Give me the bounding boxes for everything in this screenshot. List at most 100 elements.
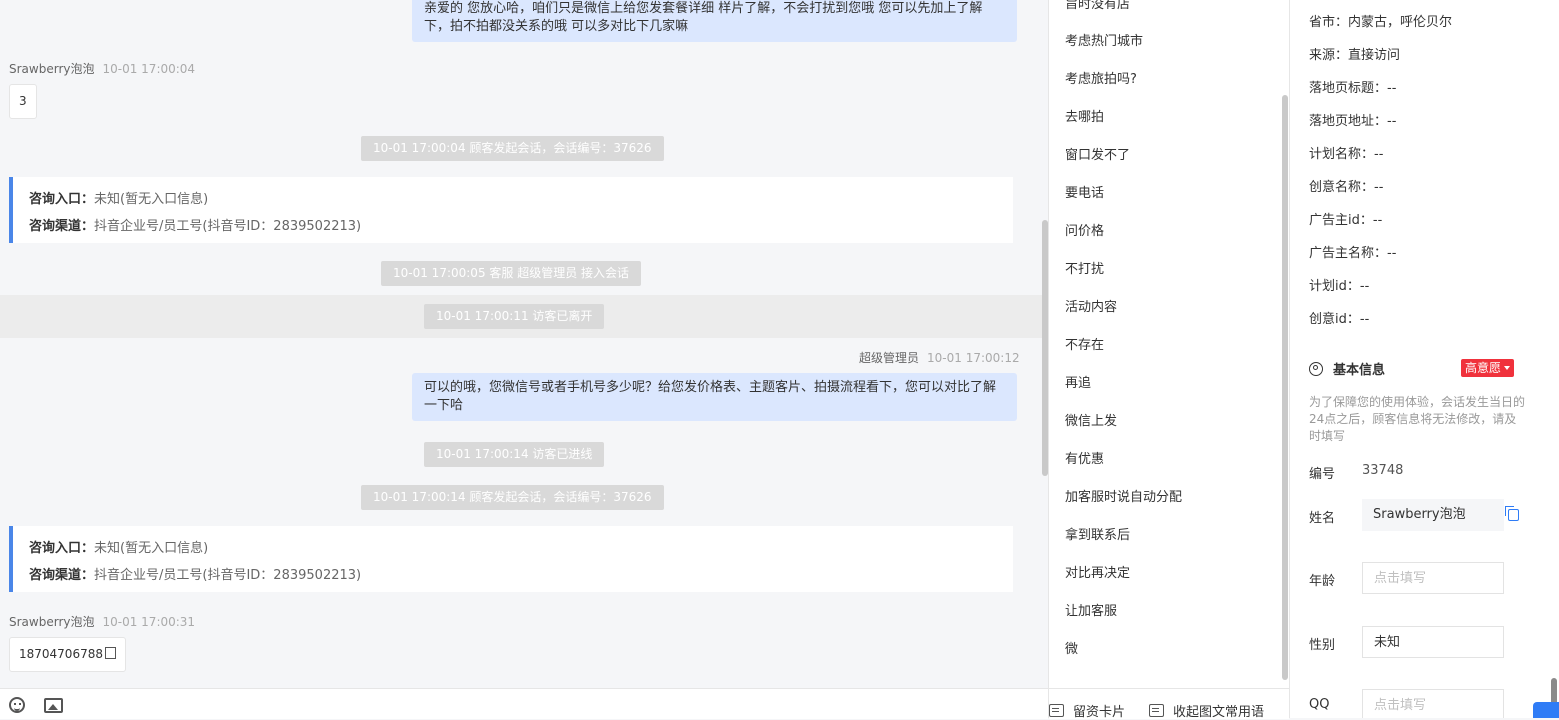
entry-value: 未知(暂无入口信息) <box>94 541 209 556</box>
info-row: 省市：内蒙古，呼伦贝尔 <box>1309 11 1452 30</box>
info-label: 来源： <box>1309 48 1349 63</box>
info-value: -- <box>1374 180 1384 195</box>
visitor-message-bubble: 18704706788 <box>9 637 126 672</box>
info-value: -- <box>1359 312 1370 327</box>
info-row: 落地页标题：-- <box>1309 77 1396 96</box>
phrase-item[interactable]: 窗口发不了 <box>1065 144 1130 163</box>
entry-label: 咨询入口： <box>29 541 95 556</box>
name-label: 姓名 <box>1309 511 1336 526</box>
info-value: -- <box>1387 246 1397 261</box>
sender-name: Srawberry泡泡 <box>9 615 95 629</box>
gender-select[interactable]: 未知 <box>1362 626 1504 658</box>
system-notice: 10-01 17:00:11 访客已离开 <box>424 304 605 329</box>
entry-info-card: 咨询入口：未知(暂无入口信息) 咨询渠道：抖音企业号/员工号(抖音号ID：283… <box>9 526 1013 592</box>
info-label: 计划id： <box>1309 279 1360 294</box>
age-label: 年龄 <box>1309 574 1336 589</box>
phrase-item[interactable]: 有优惠 <box>1065 448 1104 467</box>
phrase-item[interactable]: 考虑旅拍吗? <box>1065 68 1137 87</box>
system-notice: 10-01 17:00:14 访客已进线 <box>424 442 605 467</box>
info-label: 落地页地址： <box>1309 114 1388 129</box>
qq-label: QQ <box>1309 697 1330 712</box>
copy-icon[interactable] <box>1505 506 1519 521</box>
phrase-item[interactable]: 去哪拍 <box>1065 106 1104 125</box>
info-value: -- <box>1374 147 1384 162</box>
info-label: 省市： <box>1309 15 1349 30</box>
info-value: -- <box>1387 81 1397 96</box>
channel-value: 抖音企业号/员工号(抖音号ID：2839502213) <box>94 568 362 583</box>
info-row: 计划名称：-- <box>1309 143 1383 162</box>
phrase-item[interactable]: 微信上发 <box>1065 410 1117 429</box>
copy-icon[interactable] <box>104 647 116 659</box>
floating-chat-button[interactable] <box>1533 702 1559 718</box>
info-row: 来源：直接访问 <box>1309 44 1400 63</box>
intent-label: 高意愿 <box>1465 361 1502 375</box>
card-icon <box>1049 704 1064 717</box>
phrase-item[interactable]: 拿到联系后 <box>1065 524 1130 543</box>
id-label: 编号 <box>1309 467 1336 482</box>
info-label: 创意名称： <box>1309 180 1375 195</box>
info-label: 广告主id： <box>1309 213 1373 228</box>
info-label: 计划名称： <box>1309 147 1375 162</box>
system-notice: 10-01 17:00:04 顾客发起会话，会话编号：37626 <box>361 136 664 161</box>
phrase-item[interactable]: 考虑热门城市 <box>1065 30 1143 49</box>
phrases-scrollbar[interactable] <box>1282 95 1288 680</box>
info-label: 创意id： <box>1309 312 1360 327</box>
phrase-item[interactable]: 不打扰 <box>1065 258 1104 277</box>
name-field[interactable]: Srawberry泡泡 <box>1362 499 1504 531</box>
gender-label: 性别 <box>1309 638 1336 653</box>
message-time: 10-01 17:00:04 <box>102 62 196 76</box>
info-row: 广告主名称：-- <box>1309 242 1396 261</box>
entry-label: 咨询入口： <box>29 192 95 207</box>
channel-label: 咨询渠道： <box>29 219 95 234</box>
info-row: 计划id：-- <box>1309 275 1369 294</box>
phrase-item[interactable]: 再追 <box>1065 372 1091 391</box>
image-icon[interactable] <box>44 698 63 713</box>
phrase-item[interactable]: 要电话 <box>1065 182 1104 201</box>
info-value: -- <box>1387 114 1397 129</box>
visitor-message-bubble: 3 <box>9 84 37 119</box>
phrase-item[interactable]: 不存在 <box>1065 334 1104 353</box>
info-value: 内蒙古，呼伦贝尔 <box>1348 15 1453 30</box>
phrases-footer: 留资卡片 收起图文常用语 <box>1049 688 1289 720</box>
system-notice: 10-01 17:00:14 顾客发起会话，会话编号：37626 <box>361 485 664 510</box>
info-value: -- <box>1359 279 1370 294</box>
age-field[interactable]: 点击填写 <box>1362 562 1504 594</box>
phrase-item[interactable]: 旨时没有店 <box>1065 0 1130 12</box>
phrase-item[interactable]: 加客服时说自动分配 <box>1065 486 1182 505</box>
emoji-icon[interactable] <box>9 697 25 713</box>
phone-number: 18704706788 <box>19 647 103 661</box>
message-time: 10-01 17:00:12 <box>927 351 1020 365</box>
info-label: 落地页标题： <box>1309 81 1388 96</box>
id-value: 33748 <box>1362 463 1404 478</box>
lead-card-button[interactable]: 留资卡片 <box>1049 701 1125 720</box>
section-title-text: 基本信息 <box>1333 363 1386 378</box>
intent-dropdown[interactable]: 高意愿 <box>1461 359 1515 377</box>
channel-value: 抖音企业号/员工号(抖音号ID：2839502213) <box>94 219 362 234</box>
phrase-item[interactable]: 问价格 <box>1065 220 1104 239</box>
input-toolbar <box>0 688 1048 719</box>
channel-label: 咨询渠道： <box>29 568 95 583</box>
sender-name: 超级管理员 <box>859 351 920 365</box>
common-phrases-list: 旨时没有店 考虑热门城市 考虑旅拍吗? 去哪拍 窗口发不了 要电话 问价格 不打… <box>1049 0 1289 688</box>
entry-info-card: 咨询入口：未知(暂无入口信息) 咨询渠道：抖音企业号/员工号(抖音号ID：283… <box>9 177 1013 243</box>
qq-field[interactable]: 点击填写 <box>1362 689 1504 718</box>
phrase-item[interactable]: 活动内容 <box>1065 296 1117 315</box>
caret-down-icon <box>1504 366 1511 370</box>
entry-value: 未知(暂无入口信息) <box>94 192 209 207</box>
chat-panel: 亲爱的 您放心哈，咱们只是微信上给您发套餐详细 样片了解，不会打扰到您哦 您可以… <box>0 0 1048 688</box>
edit-notice: 为了保障您的使用体验，会话发生当日的24点之后，顾客信息将无法修改，请及时填写 <box>1309 395 1526 443</box>
agent-message-bubble: 可以的哦，您微信号或者手机号多少呢？给您发价格表、主题客片、拍摄流程看下，您可以… <box>412 373 1017 421</box>
collapse-phrases-button[interactable]: 收起图文常用语 <box>1149 701 1264 720</box>
info-row: 广告主id：-- <box>1309 209 1382 228</box>
info-row: 创意id：-- <box>1309 308 1369 327</box>
message-meta: 超级管理员 10-01 17:00:12 <box>859 349 1020 366</box>
message-meta: Srawberry泡泡 10-01 17:00:31 <box>9 613 195 630</box>
info-row: 落地页地址：-- <box>1309 110 1396 129</box>
customer-info-panel: 省市：内蒙古，呼伦贝尔 来源：直接访问 落地页标题：-- 落地页地址：-- 计划… <box>1290 0 1559 718</box>
phrase-item[interactable]: 让加客服 <box>1065 600 1117 619</box>
section-title-basic-info: 基本信息 <box>1309 359 1385 378</box>
phrase-item[interactable]: 微 <box>1065 638 1078 657</box>
phrase-item[interactable]: 对比再决定 <box>1065 562 1130 581</box>
user-circle-icon <box>1309 362 1323 376</box>
info-value: -- <box>1372 213 1383 228</box>
